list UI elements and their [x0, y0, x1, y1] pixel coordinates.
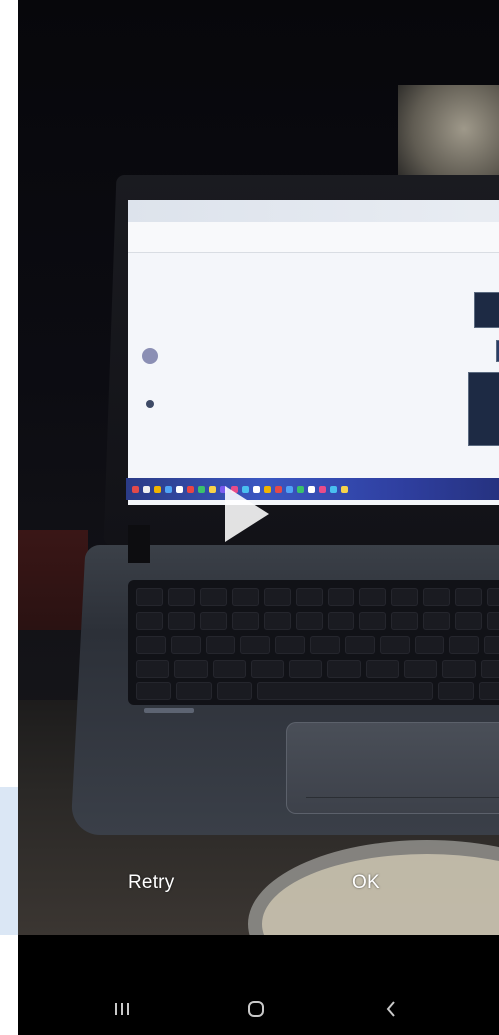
- video-preview-screen: Retry OK: [0, 0, 499, 1035]
- avatar-dot: [142, 348, 158, 364]
- ok-button[interactable]: OK: [352, 872, 380, 894]
- retry-button[interactable]: Retry: [128, 872, 174, 894]
- underlying-app-panel: [0, 787, 18, 935]
- browser-tabbar: [128, 200, 499, 222]
- laptop-display: [128, 200, 499, 505]
- laptop-touchpad: [286, 722, 499, 814]
- laptop-brand-label: [144, 708, 194, 713]
- system-navigation-bar: [0, 990, 499, 1035]
- background-object: [18, 530, 88, 630]
- laptop-keyboard: [128, 580, 499, 705]
- browser-toolbar: [128, 222, 499, 253]
- window-thumbnail: [468, 372, 499, 446]
- laptop-taskbar: [126, 478, 499, 500]
- back-icon[interactable]: [373, 994, 409, 1024]
- camera-preview: [18, 0, 499, 935]
- cursor-dot: [146, 400, 154, 408]
- laptop-hinge: [128, 525, 150, 563]
- window-thumbnail: [474, 292, 499, 328]
- recents-icon[interactable]: [104, 994, 140, 1024]
- home-icon[interactable]: [238, 994, 274, 1024]
- underlying-app-strip: [0, 0, 18, 1035]
- play-icon[interactable]: [225, 486, 269, 542]
